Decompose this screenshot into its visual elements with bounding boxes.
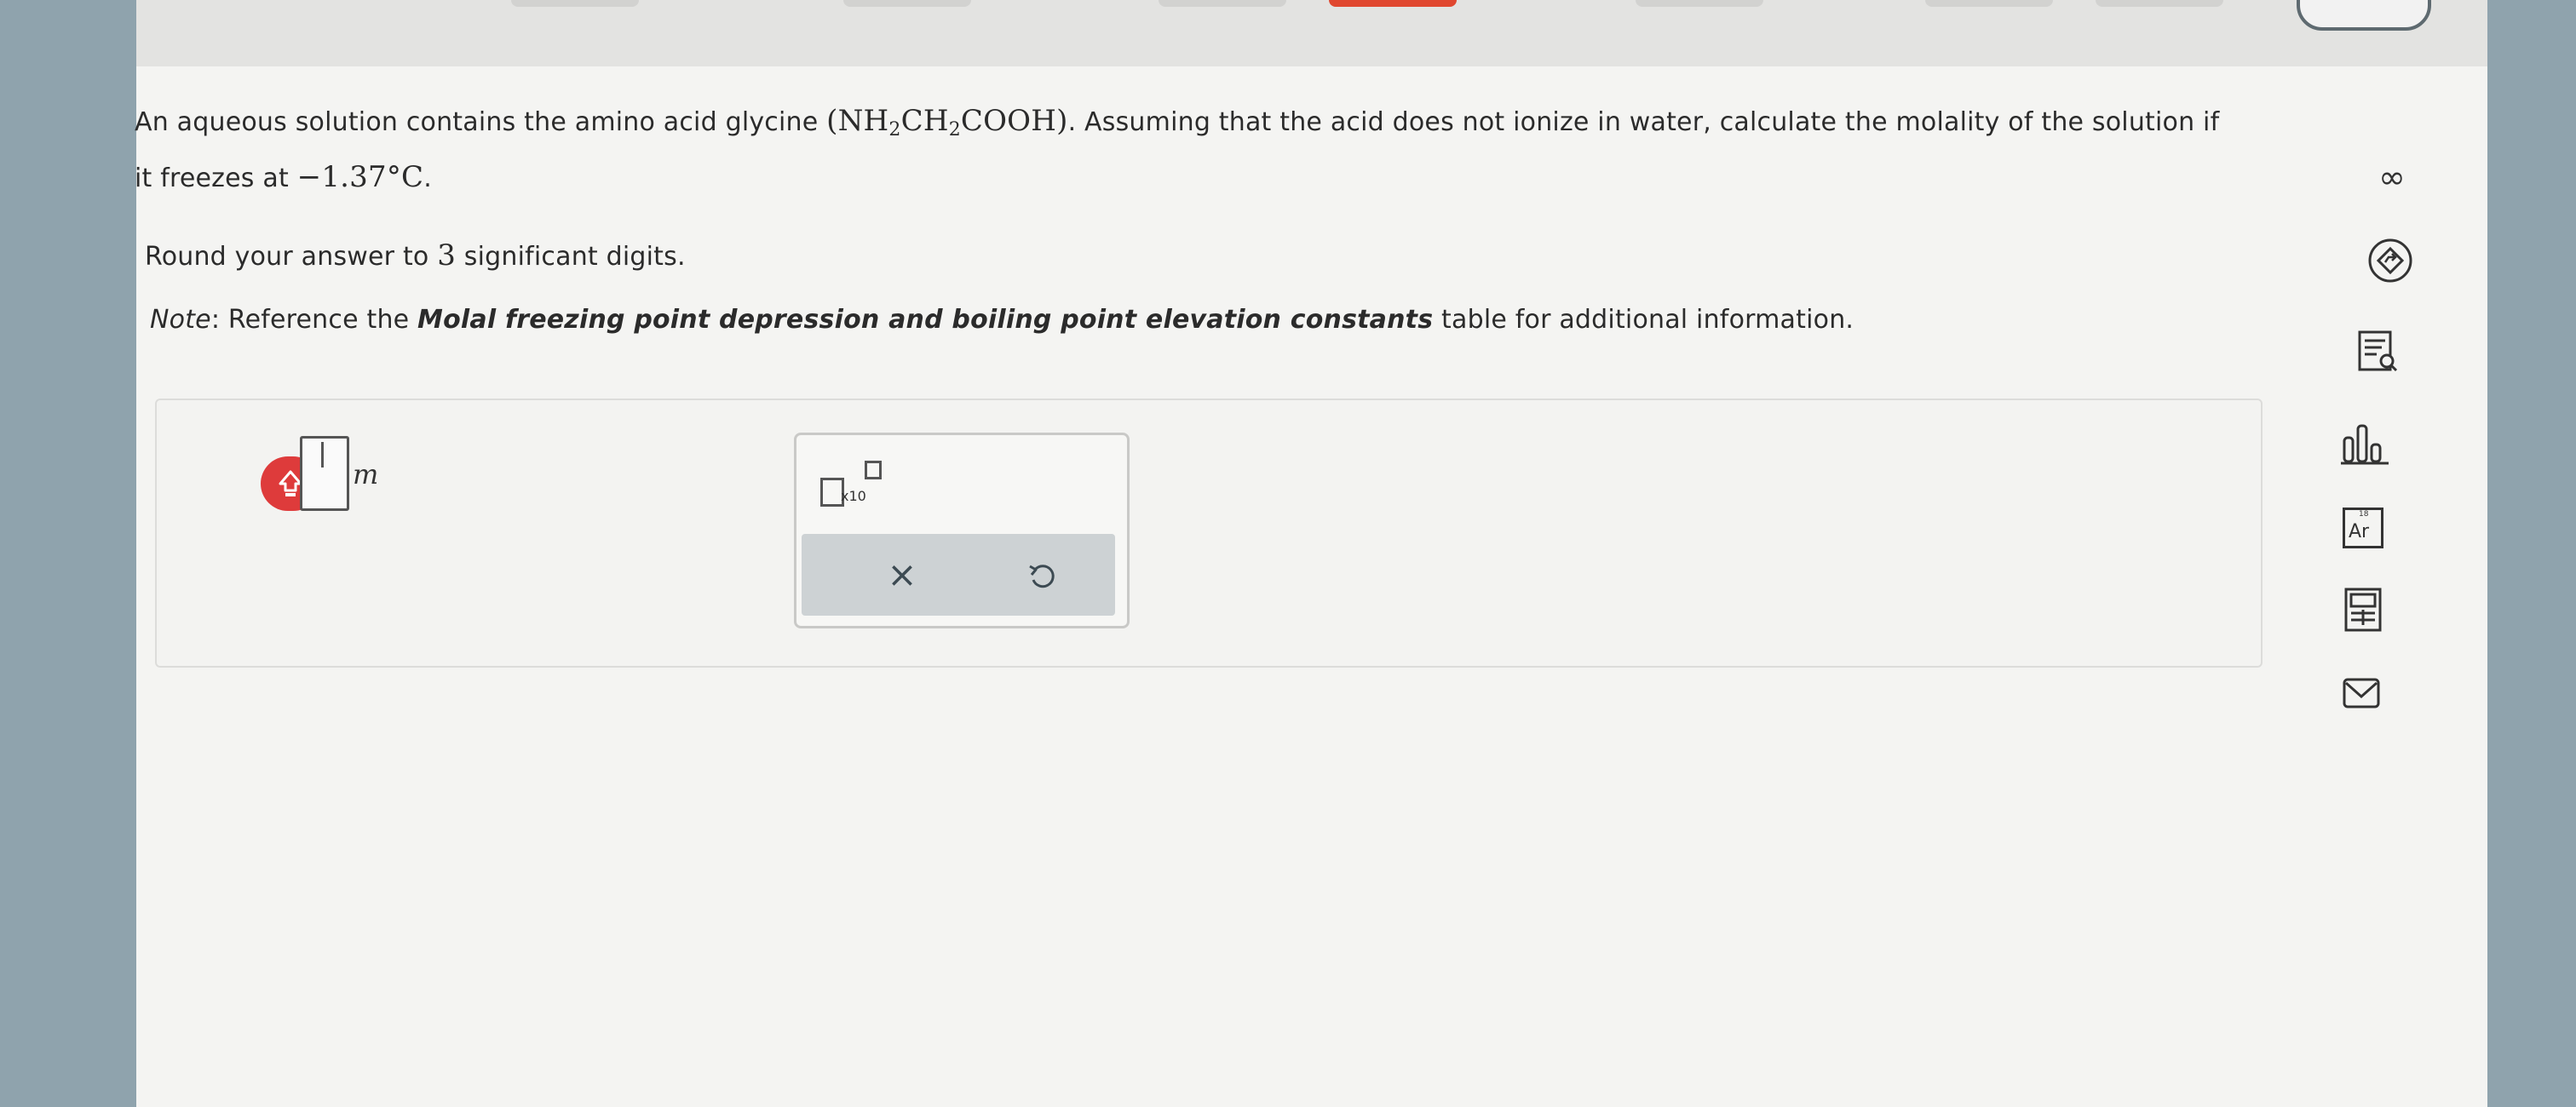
text-cursor: [321, 442, 324, 467]
answer-area: [155, 399, 2263, 668]
question-line-2: it freezes at −1.37°C.: [135, 160, 432, 194]
clear-button[interactable]: ×: [877, 549, 928, 600]
textbook-button[interactable]: [2349, 324, 2404, 378]
formula-subscript: 2: [948, 119, 961, 141]
answer-input[interactable]: [300, 436, 349, 511]
element-symbol: Ar: [2349, 521, 2370, 542]
toolbar-tab-active[interactable]: [1329, 0, 1457, 7]
freezing-temperature: −1.37°C: [296, 160, 424, 194]
toolbar-tab[interactable]: [1159, 0, 1286, 7]
calculator-icon: [2344, 588, 2382, 632]
question-text: An aqueous solution contains the amino a…: [135, 107, 827, 137]
toolbar-tab[interactable]: [511, 0, 639, 7]
times-ten-label: x10: [841, 488, 866, 504]
question-line-1: An aqueous solution contains the amino a…: [135, 104, 2219, 141]
undo-icon: [1029, 565, 1055, 588]
infinity-icon: ∞: [2378, 158, 2406, 196]
significant-digits-count: 3: [437, 238, 457, 272]
explanation-button[interactable]: [2363, 233, 2418, 288]
molality-unit: m: [353, 458, 379, 490]
data-button[interactable]: [2337, 417, 2392, 472]
palette-action-bar: ×: [802, 534, 1115, 616]
toolbar-tab[interactable]: [843, 0, 971, 7]
constants-table-reference[interactable]: Molal freezing point depression and boil…: [417, 305, 1433, 335]
periodic-table-button[interactable]: 18 Ar: [2336, 501, 2390, 555]
infinity-button[interactable]: ∞: [2363, 150, 2418, 204]
atomic-number: 18: [2359, 510, 2369, 519]
question-text: . Assuming that the acid does not ionize…: [1067, 107, 2220, 137]
textbook-icon: [2358, 330, 2398, 372]
formula-part: (NH: [826, 104, 889, 138]
reference-note: Note: Reference the Molal freezing point…: [150, 305, 1854, 335]
toolbar-tab[interactable]: [2096, 0, 2223, 7]
mail-icon: [2343, 678, 2380, 708]
toolbar-tab[interactable]: [1925, 0, 2053, 7]
scientific-notation-button[interactable]: x10: [820, 461, 897, 512]
formula-part: CH: [900, 104, 949, 138]
exponent-box-icon: [865, 461, 882, 479]
question-text: it freezes at: [135, 163, 297, 193]
note-text: : Reference the: [210, 305, 418, 335]
rounding-instruction: Round your answer to 3 significant digit…: [145, 238, 686, 272]
top-toolbar: [136, 0, 2487, 66]
formula-subscript: 2: [888, 119, 901, 141]
account-button[interactable]: [2297, 0, 2431, 31]
note-label: Note: [150, 305, 211, 335]
calculator-button[interactable]: [2336, 582, 2390, 637]
formula-part: COOH): [960, 104, 1068, 138]
note-text: table for additional information.: [1433, 305, 1854, 335]
explanation-icon: [2368, 238, 2412, 283]
toolbar-tab[interactable]: [1636, 0, 1763, 7]
data-chart-icon: [2341, 424, 2389, 465]
periodic-table-icon: 18 Ar: [2343, 508, 2383, 548]
undo-button[interactable]: [1016, 549, 1067, 600]
clear-icon: ×: [887, 554, 917, 595]
instruction-text: significant digits.: [456, 242, 686, 272]
glycine-formula: (NH2CH2COOH): [826, 104, 1068, 141]
message-button[interactable]: [2334, 666, 2389, 720]
instruction-text: Round your answer to: [145, 242, 438, 272]
math-palette: x10 ×: [794, 433, 1130, 628]
question-text: .: [423, 163, 432, 193]
